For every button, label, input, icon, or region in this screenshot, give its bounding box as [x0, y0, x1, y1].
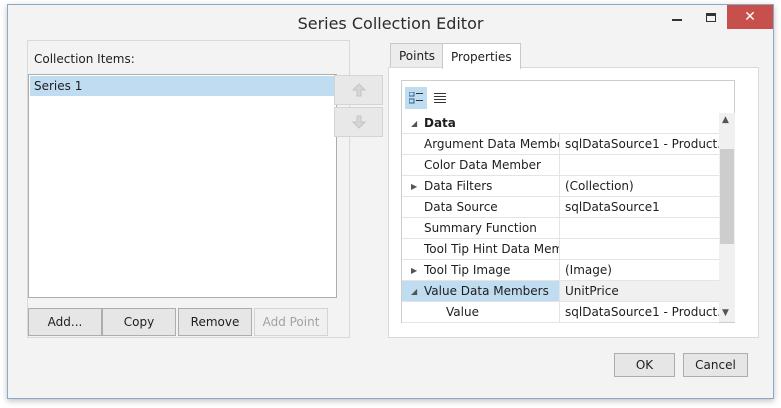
title-bar: Series Collection Editor ✕	[8, 5, 773, 39]
property-row-selected[interactable]: ◢ Value Data Members UnitPrice	[402, 281, 719, 302]
property-row[interactable]: Argument Data Member sqlDataSource1 - Pr…	[402, 134, 719, 155]
property-name: Color Data Member	[402, 155, 560, 175]
property-row[interactable]: ▶ Data Filters (Collection)	[402, 176, 719, 197]
add-button[interactable]: Add...	[28, 308, 102, 336]
property-row[interactable]: ▶ Tool Tip Image (Image)	[402, 260, 719, 281]
property-name: Tool Tip Hint Data Mem...	[402, 239, 560, 259]
remove-button[interactable]: Remove	[178, 308, 252, 336]
expand-icon[interactable]: ▶	[411, 260, 417, 280]
alphabetical-icon	[434, 92, 446, 103]
property-value[interactable]: (Collection)	[560, 176, 719, 196]
property-row[interactable]: Data Source sqlDataSource1	[402, 197, 719, 218]
copy-button[interactable]: Copy	[102, 308, 176, 336]
property-name: Value Data Members	[424, 284, 549, 298]
collection-items-list[interactable]: Series 1	[28, 74, 337, 298]
property-value[interactable]	[560, 239, 719, 259]
alphabetical-view-button[interactable]	[429, 87, 451, 109]
scrollbar-thumb[interactable]	[720, 149, 734, 244]
category-name: Data	[424, 116, 456, 130]
arrow-up-icon	[351, 83, 366, 97]
property-value[interactable]: sqlDataSource1	[560, 197, 719, 217]
tab-properties[interactable]: Properties	[442, 43, 521, 69]
close-button[interactable]: ✕	[727, 5, 773, 29]
close-icon: ✕	[744, 9, 756, 25]
property-value[interactable]: (Image)	[560, 260, 719, 280]
property-name: Argument Data Member	[402, 134, 560, 154]
series-collection-editor-window: Series Collection Editor ✕ Collection It…	[7, 4, 774, 399]
property-value[interactable]: UnitPrice	[560, 281, 719, 301]
move-down-button[interactable]	[334, 107, 383, 137]
cancel-button[interactable]: Cancel	[683, 353, 748, 377]
property-name: Value	[402, 302, 560, 322]
property-row[interactable]: Value sqlDataSource1 - Product...	[402, 302, 719, 323]
expand-icon[interactable]: ▶	[411, 176, 417, 196]
categorized-view-button[interactable]	[405, 87, 427, 109]
property-value[interactable]	[560, 155, 719, 175]
collapse-icon[interactable]: ◢	[411, 113, 417, 133]
categorized-icon	[409, 92, 423, 104]
property-grid-rows: ◢ Data Argument Data Member sqlDataSourc…	[402, 113, 719, 323]
tab-points[interactable]: Points	[390, 43, 445, 68]
maximize-button[interactable]	[694, 5, 728, 29]
maximize-icon	[706, 12, 716, 22]
category-label: ◢ Data	[402, 113, 702, 133]
scroll-up-icon[interactable]: ▲	[722, 115, 729, 125]
add-point-button[interactable]: Add Point	[254, 308, 328, 336]
window-title: Series Collection Editor	[297, 14, 484, 33]
ok-button[interactable]: OK	[614, 353, 675, 377]
collection-items-label: Collection Items:	[34, 52, 135, 66]
property-row[interactable]: Color Data Member	[402, 155, 719, 176]
property-name: Data Source	[402, 197, 560, 217]
property-name: Tool Tip Image	[424, 263, 511, 277]
property-name-cell: ▶ Data Filters	[402, 176, 560, 196]
property-row[interactable]: Tool Tip Hint Data Mem...	[402, 239, 719, 260]
minimize-icon	[672, 19, 682, 21]
property-name-cell: ▶ Tool Tip Image	[402, 260, 560, 280]
minimize-button[interactable]	[660, 5, 694, 29]
property-value[interactable]: sqlDataSource1 - Product...	[560, 302, 719, 322]
property-value[interactable]	[560, 218, 719, 238]
collapse-icon[interactable]: ◢	[411, 281, 417, 301]
property-name: Summary Function	[402, 218, 560, 238]
scroll-down-icon[interactable]: ▼	[722, 308, 729, 318]
list-item[interactable]: Series 1	[30, 76, 335, 96]
arrow-down-icon	[351, 115, 366, 129]
property-name-cell: ◢ Value Data Members	[402, 281, 560, 301]
move-up-button[interactable]	[334, 75, 383, 105]
property-row[interactable]: Summary Function	[402, 218, 719, 239]
property-value[interactable]: sqlDataSource1 - Product...	[560, 134, 719, 154]
property-name: Data Filters	[424, 179, 493, 193]
category-row-data[interactable]: ◢ Data	[402, 113, 719, 134]
property-grid: ◢ Data Argument Data Member sqlDataSourc…	[401, 80, 735, 323]
vertical-scrollbar[interactable]: ▲ ▼	[719, 113, 735, 322]
